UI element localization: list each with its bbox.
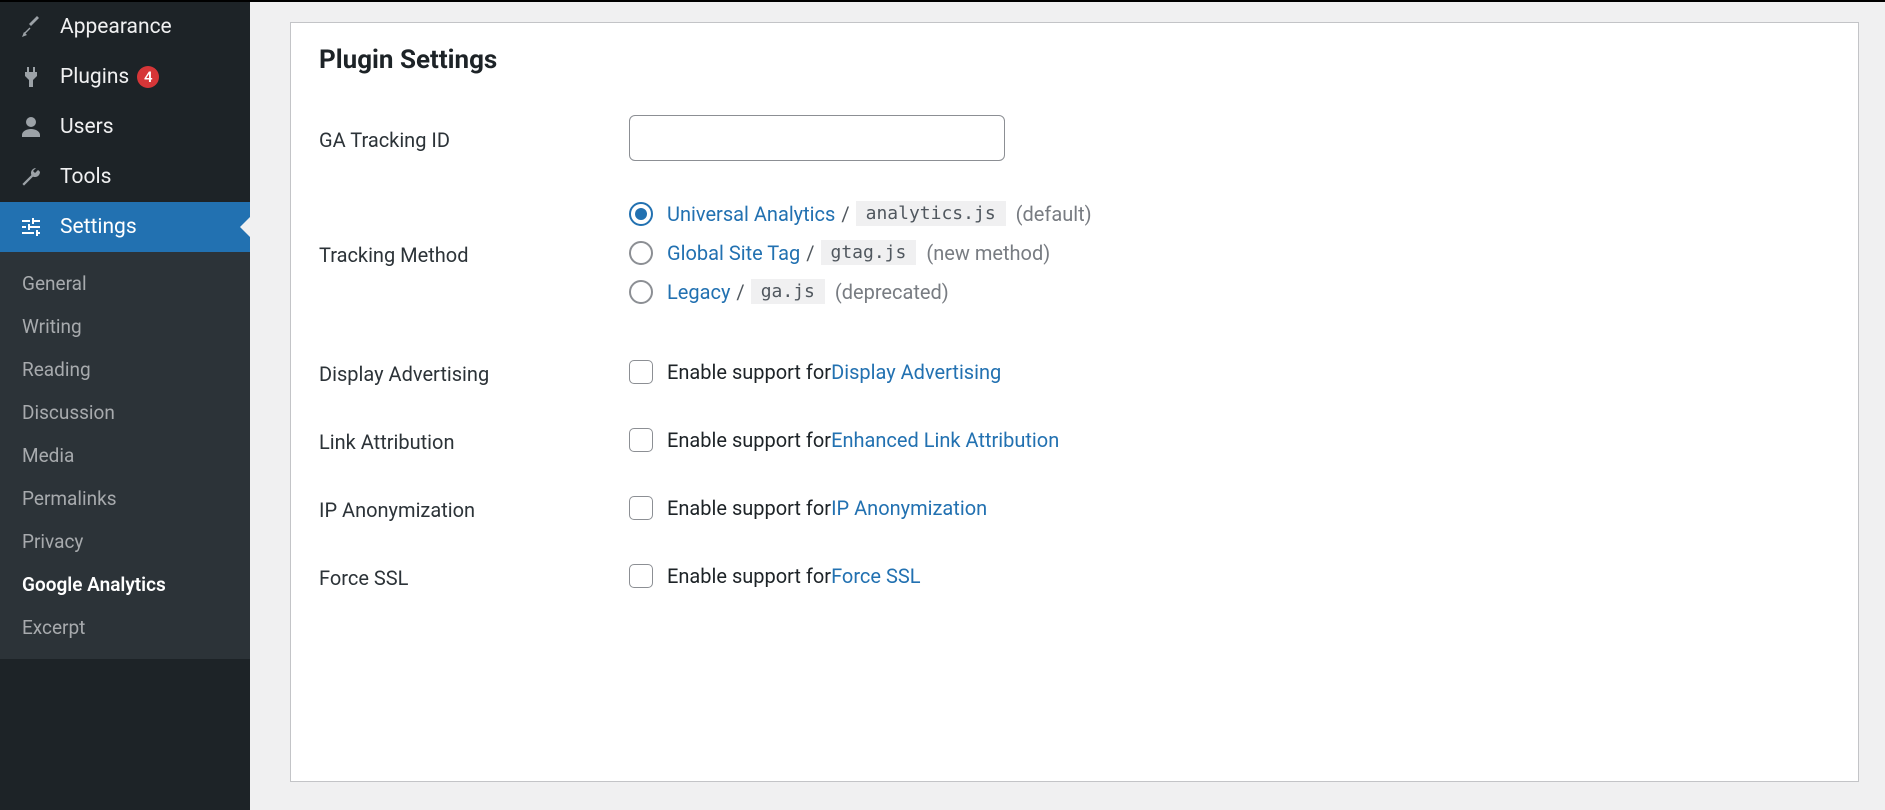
sidebar-label: Users xyxy=(60,115,114,139)
page-heading: Plugin Settings xyxy=(319,45,1830,75)
radio-input-gtag[interactable] xyxy=(629,241,653,265)
checkbox-prefix: Enable support for xyxy=(667,428,831,452)
sidebar-item-settings[interactable]: Settings xyxy=(0,202,250,252)
sidebar-item-tools[interactable]: Tools xyxy=(0,152,250,202)
sidebar-label: Appearance xyxy=(60,15,172,39)
label-tracking-method: Tracking Method xyxy=(319,201,629,267)
user-icon xyxy=(18,114,44,140)
link-force-ssl[interactable]: Force SSL xyxy=(831,564,920,588)
checkbox-prefix: Enable support for xyxy=(667,360,831,384)
plug-icon xyxy=(18,64,44,90)
row-force-ssl: Force SSL Enable support for Force SSL xyxy=(319,562,1830,590)
checkbox-ip-anonymization[interactable] xyxy=(629,496,653,520)
sidebar-label: Settings xyxy=(60,215,137,239)
submenu-general[interactable]: General xyxy=(0,262,250,305)
radio-universal-analytics[interactable]: Universal Analytics / analytics.js (defa… xyxy=(629,201,1830,226)
checkbox-force-ssl[interactable] xyxy=(629,564,653,588)
row-ip-anonymization: IP Anonymization Enable support for IP A… xyxy=(319,494,1830,522)
note-default: (default) xyxy=(1016,202,1092,226)
link-legacy[interactable]: Legacy xyxy=(667,280,730,304)
radio-legacy[interactable]: Legacy / ga.js (deprecated) xyxy=(629,279,1830,304)
submenu-excerpt[interactable]: Excerpt xyxy=(0,606,250,649)
label-ip-anonymization: IP Anonymization xyxy=(319,494,629,522)
checkbox-display-advertising[interactable] xyxy=(629,360,653,384)
ga-tracking-id-input[interactable] xyxy=(629,115,1005,161)
radio-input-universal[interactable] xyxy=(629,202,653,226)
sidebar-item-appearance[interactable]: Appearance xyxy=(0,2,250,52)
link-display-advertising[interactable]: Display Advertising xyxy=(831,360,1001,384)
plugins-update-badge: 4 xyxy=(137,66,159,88)
brush-icon xyxy=(18,14,44,40)
submenu-media[interactable]: Media xyxy=(0,434,250,477)
settings-panel: Plugin Settings GA Tracking ID Tracking … xyxy=(290,22,1859,782)
row-display-advertising: Display Advertising Enable support for D… xyxy=(319,358,1830,386)
wrench-icon xyxy=(18,164,44,190)
radio-global-site-tag[interactable]: Global Site Tag / gtag.js (new method) xyxy=(629,240,1830,265)
label-link-attribution: Link Attribution xyxy=(319,426,629,454)
submenu-reading[interactable]: Reading xyxy=(0,348,250,391)
submenu-writing[interactable]: Writing xyxy=(0,305,250,348)
note-deprecated: (deprecated) xyxy=(835,280,949,304)
code-ga-js: ga.js xyxy=(751,279,825,304)
settings-submenu: General Writing Reading Discussion Media… xyxy=(0,252,250,659)
label-tracking-id: GA Tracking ID xyxy=(319,124,629,152)
note-new-method: (new method) xyxy=(926,241,1050,265)
checkbox-prefix: Enable support for xyxy=(667,496,831,520)
sidebar-item-users[interactable]: Users xyxy=(0,102,250,152)
sidebar-label: Tools xyxy=(60,165,111,189)
link-enhanced-attribution[interactable]: Enhanced Link Attribution xyxy=(831,428,1059,452)
radio-input-legacy[interactable] xyxy=(629,280,653,304)
row-tracking-id: GA Tracking ID xyxy=(319,115,1830,161)
sliders-icon xyxy=(18,214,44,240)
row-tracking-method: Tracking Method Universal Analytics / an… xyxy=(319,201,1830,318)
content-area: Plugin Settings GA Tracking ID Tracking … xyxy=(250,2,1885,810)
submenu-permalinks[interactable]: Permalinks xyxy=(0,477,250,520)
label-display-advertising: Display Advertising xyxy=(319,358,629,386)
label-force-ssl: Force SSL xyxy=(319,562,629,590)
sidebar-label: Plugins xyxy=(60,65,129,89)
admin-sidebar: Appearance Plugins 4 Users Tools xyxy=(0,2,250,810)
checkbox-link-attribution[interactable] xyxy=(629,428,653,452)
submenu-google-analytics[interactable]: Google Analytics xyxy=(0,563,250,606)
link-global-site-tag[interactable]: Global Site Tag xyxy=(667,241,800,265)
code-analytics-js: analytics.js xyxy=(856,201,1006,226)
submenu-discussion[interactable]: Discussion xyxy=(0,391,250,434)
sidebar-item-plugins[interactable]: Plugins 4 xyxy=(0,52,250,102)
submenu-privacy[interactable]: Privacy xyxy=(0,520,250,563)
checkbox-prefix: Enable support for xyxy=(667,564,831,588)
link-ip-anonymization[interactable]: IP Anonymization xyxy=(831,496,987,520)
link-universal-analytics[interactable]: Universal Analytics xyxy=(667,202,835,226)
row-link-attribution: Link Attribution Enable support for Enha… xyxy=(319,426,1830,454)
code-gtag-js: gtag.js xyxy=(821,240,917,265)
